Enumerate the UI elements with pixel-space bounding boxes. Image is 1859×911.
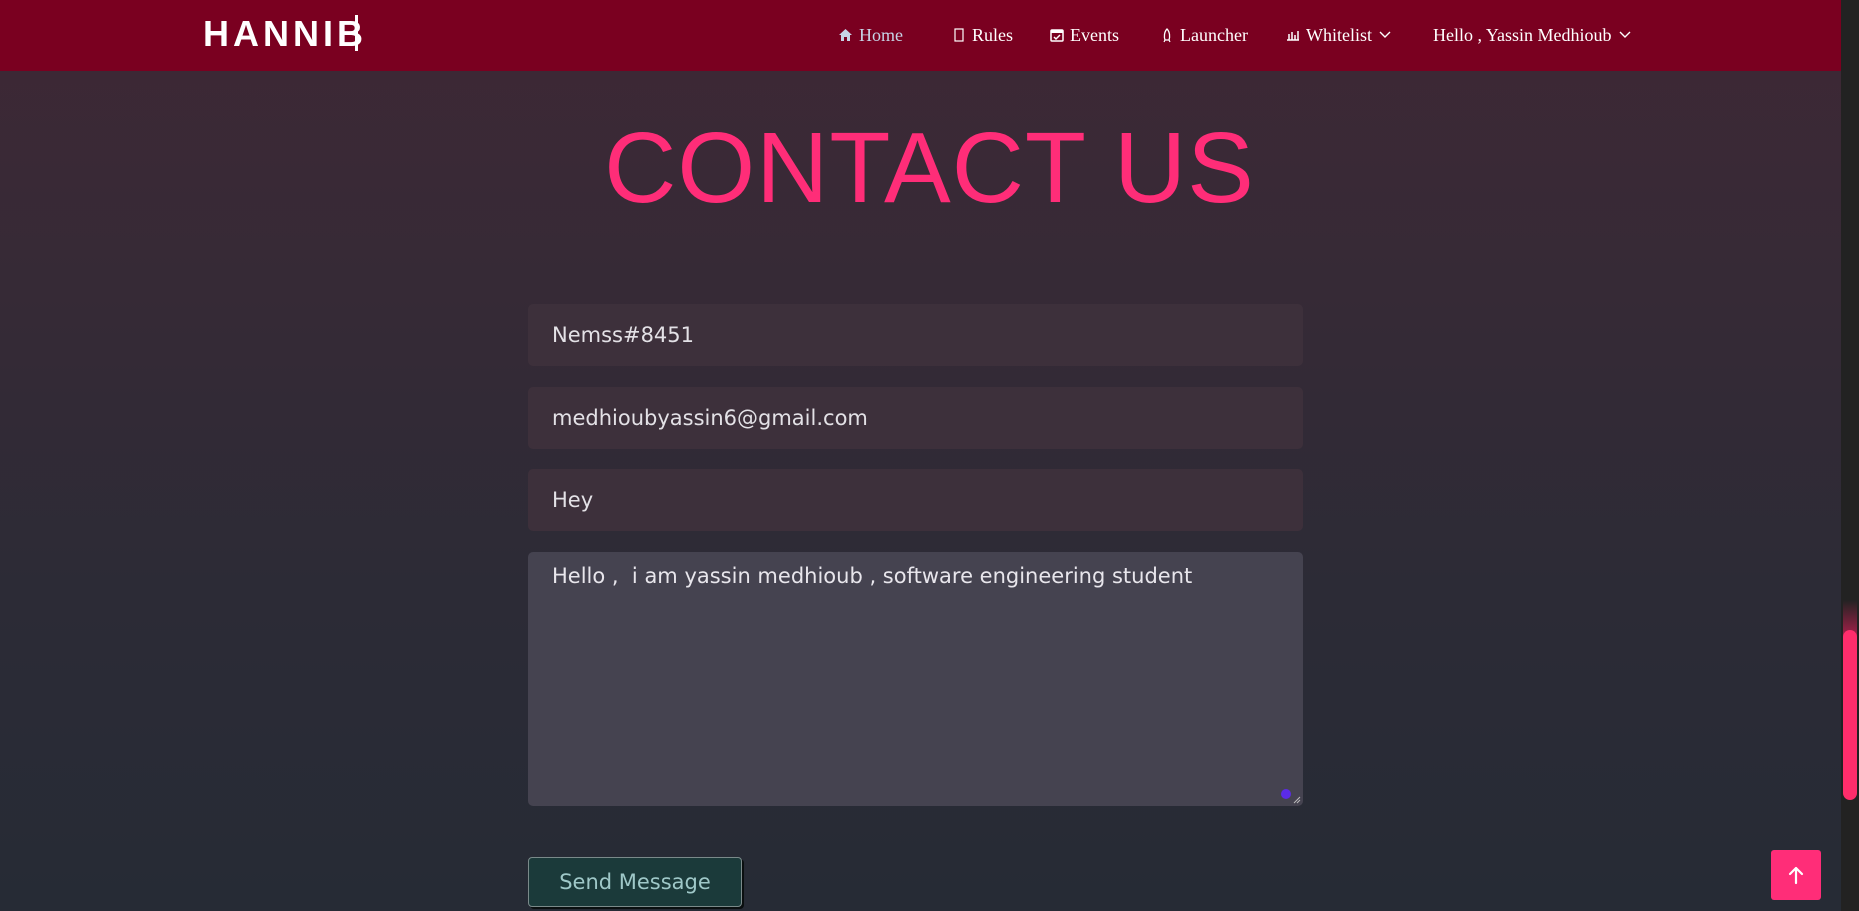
top-navbar: HANNIB Home Rules Events Launcher Whitel… [0,0,1841,71]
home-icon [838,28,853,43]
nav-whitelist-label: Whitelist [1306,24,1372,45]
nav-whitelist[interactable]: Whitelist [1285,23,1392,47]
nav-home-label: Home [859,24,903,45]
subject-field[interactable] [528,469,1303,531]
nav-home[interactable]: Home [838,23,903,47]
scroll-to-top-button[interactable] [1771,850,1821,900]
nav-events-label: Events [1070,24,1119,45]
nav-user-greeting: Hello , Yassin Medhioub [1433,24,1612,45]
calendar-check-icon [1049,28,1064,43]
nav-launcher-label: Launcher [1180,24,1248,45]
brand-cursor-bar [355,15,358,51]
brand-logo[interactable]: HANNIB [203,13,367,55]
page-title: CONTACT US [604,112,1255,224]
email-field[interactable] [528,387,1303,449]
focus-indicator-dot [1281,789,1291,799]
chevron-down-icon [1378,28,1392,42]
nav-events[interactable]: Events [1049,23,1119,47]
launcher-icon [1159,27,1174,43]
whitelist-icon [1285,28,1300,43]
nav-rules[interactable]: Rules [951,23,1013,47]
nav-rules-label: Rules [972,24,1014,45]
scrollbar-thumb[interactable] [1843,630,1857,800]
nav-user-menu[interactable]: Hello , Yassin Medhioub [1433,23,1632,47]
resize-handle-icon[interactable] [1291,794,1301,804]
send-message-button[interactable]: Send Message [528,857,742,907]
arrow-up-icon [1788,866,1804,885]
rules-icon [951,28,966,43]
message-field[interactable]: Hello , i am yassin medhioub , software … [528,552,1303,806]
name-field[interactable] [528,304,1303,366]
nav-launcher[interactable]: Launcher [1159,23,1248,47]
chevron-down-icon [1618,28,1632,42]
